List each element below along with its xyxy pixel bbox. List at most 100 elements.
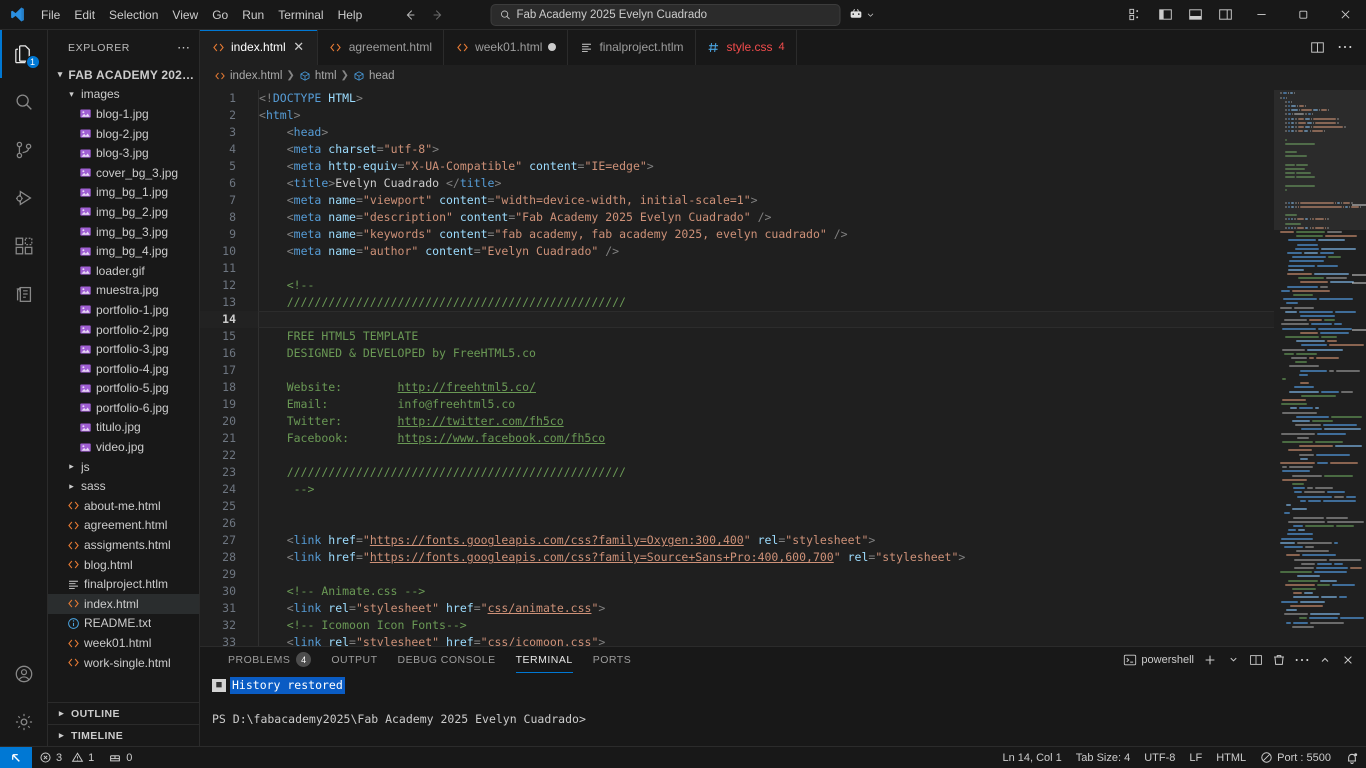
tree-item-loader-gif[interactable]: loader.gif xyxy=(48,261,199,281)
window-close-button[interactable] xyxy=(1324,0,1366,30)
tree-item-blog-html[interactable]: blog.html xyxy=(48,555,199,575)
tree-item-assigments-html[interactable]: assigments.html xyxy=(48,535,199,555)
menu-file[interactable]: File xyxy=(34,4,67,26)
panel-tab-output[interactable]: OUTPUT xyxy=(321,647,387,673)
new-terminal-icon[interactable] xyxy=(1200,649,1220,671)
tree-root-folder[interactable]: ▾ FAB ACADEMY 2025 EVELY... xyxy=(48,65,199,85)
file-tree[interactable]: ▾ FAB ACADEMY 2025 EVELY... ▾ images blo… xyxy=(48,65,199,702)
status-notifications[interactable] xyxy=(1338,747,1366,768)
chevron-down-icon[interactable] xyxy=(1223,649,1243,671)
status-language-mode[interactable]: HTML xyxy=(1209,747,1253,768)
more-actions-icon[interactable]: ⋯ xyxy=(1292,649,1312,671)
code-line[interactable]: 3 <head> xyxy=(200,124,1274,142)
activitybar-run-and-debug[interactable] xyxy=(0,174,48,222)
sidebar-section-outline[interactable]: ▸ OUTLINE xyxy=(48,702,199,724)
chevron-up-icon[interactable] xyxy=(1315,649,1335,671)
code-line[interactable]: 5 <meta http-equiv="X-UA-Compatible" con… xyxy=(200,158,1274,176)
activitybar-explorer[interactable]: 1 xyxy=(0,30,48,78)
tree-item-img-bg-1-jpg[interactable]: img_bg_1.jpg xyxy=(48,183,199,203)
tree-item-blog-2-jpg[interactable]: blog-2.jpg xyxy=(48,124,199,144)
search-input[interactable]: Fab Academy 2025 Evelyn Cuadrado xyxy=(490,3,841,26)
tree-item-video-jpg[interactable]: video.jpg xyxy=(48,437,199,457)
kill-terminal-icon[interactable] xyxy=(1269,649,1289,671)
tree-item-img-bg-3-jpg[interactable]: img_bg_3.jpg xyxy=(48,222,199,242)
panel-tabs[interactable]: PROBLEMS 4 OUTPUT DEBUG CONSOLE TERMINAL PORT… xyxy=(200,647,1366,673)
tree-item-img-bg-2-jpg[interactable]: img_bg_2.jpg xyxy=(48,202,199,222)
tree-item-readme-txt[interactable]: README.txt xyxy=(48,614,199,634)
breadcrumb-item-html[interactable]: html xyxy=(299,70,337,82)
code-line[interactable]: 26 xyxy=(200,515,1274,533)
terminal-output[interactable]: ■ History restored PS D:\fabacademy2025\… xyxy=(200,673,1366,746)
tab-index-html[interactable]: index.html ✕ xyxy=(200,30,318,65)
status-live-server[interactable]: Port : 5500 xyxy=(1253,747,1338,768)
toggle-secondary-sidebar-icon[interactable] xyxy=(1210,0,1240,30)
code-line[interactable]: 28 <link href="https://fonts.googleapis.… xyxy=(200,549,1274,567)
code-line[interactable]: 30 <!-- Animate.css --> xyxy=(200,583,1274,601)
code-line[interactable]: 16 DESIGNED & DEVELOPED by FreeHTML5.co xyxy=(200,345,1274,363)
tree-item-js[interactable]: ▸ js xyxy=(48,457,199,477)
tab-finalproject-htlm[interactable]: finalproject.htlm xyxy=(568,30,696,65)
editor-viewport[interactable]: 1 <!DOCTYPE HTML> 2 <html> 3 <head> 4 <meta c… xyxy=(200,86,1366,646)
ellipsis-icon[interactable]: ⋯ xyxy=(177,40,191,56)
status-problems[interactable]: 3 1 xyxy=(32,747,101,768)
tree-folder-images[interactable]: ▾ images xyxy=(48,85,199,105)
activitybar-search[interactable] xyxy=(0,78,48,126)
tab-agreement-html[interactable]: agreement.html xyxy=(317,30,445,65)
tree-item-img-bg-4-jpg[interactable]: img_bg_4.jpg xyxy=(48,241,199,261)
code-line[interactable]: 10 <meta name="author" content="Evelyn C… xyxy=(200,243,1274,261)
tab-modified-dot[interactable] xyxy=(548,43,557,52)
editor-tabs[interactable]: index.html ✕ agreement.html week01.html fina… xyxy=(200,30,1366,65)
code-editor[interactable]: 1 <!DOCTYPE HTML> 2 <html> 3 <head> 4 <meta c… xyxy=(200,86,1274,646)
sidebar-section-timeline[interactable]: ▸ TIMELINE xyxy=(48,724,199,746)
tree-item-week01-html[interactable]: week01.html xyxy=(48,633,199,653)
code-line[interactable]: 20 Twitter: http://twitter.com/fh5co xyxy=(200,413,1274,431)
toggle-panel-icon[interactable] xyxy=(1180,0,1210,30)
toggle-primary-sidebar-icon[interactable] xyxy=(1150,0,1180,30)
code-line[interactable]: 21 Facebook: https://www.facebook.com/fh… xyxy=(200,430,1274,448)
code-line[interactable]: 8 <meta name="description" content="Fab … xyxy=(200,209,1274,227)
tree-item-titulo-jpg[interactable]: titulo.jpg xyxy=(48,418,199,438)
code-line[interactable]: 23 /////////////////////////////////////… xyxy=(200,464,1274,482)
tree-item-about-me-html[interactable]: about-me.html xyxy=(48,496,199,516)
remote-window-button[interactable] xyxy=(849,7,876,22)
code-content[interactable]: 1 <!DOCTYPE HTML> 2 <html> 3 <head> 4 <meta c… xyxy=(200,86,1274,646)
menu-selection[interactable]: Selection xyxy=(102,4,165,26)
tree-item-work-single-html[interactable]: work-single.html xyxy=(48,653,199,673)
code-line[interactable]: 15 FREE HTML5 TEMPLATE xyxy=(200,328,1274,346)
code-line[interactable]: 25 xyxy=(200,498,1274,516)
status-encoding[interactable]: UTF-8 xyxy=(1137,747,1182,768)
split-terminal-icon[interactable] xyxy=(1246,649,1266,671)
window-maximize-button[interactable] xyxy=(1282,0,1324,30)
tree-item-portfolio-3-jpg[interactable]: portfolio-3.jpg xyxy=(48,339,199,359)
minimap-slider[interactable] xyxy=(1274,90,1366,231)
code-line[interactable]: 11 xyxy=(200,260,1274,278)
code-line[interactable]: 14 xyxy=(200,311,1274,329)
tree-item-finalproject-htlm[interactable]: finalproject.htlm xyxy=(48,574,199,594)
code-line[interactable]: 22 xyxy=(200,447,1274,465)
code-line[interactable]: 1 <!DOCTYPE HTML> xyxy=(200,90,1274,108)
tree-item-portfolio-2-jpg[interactable]: portfolio-2.jpg xyxy=(48,320,199,340)
code-line[interactable]: 19 Email: info@freehtml5.co xyxy=(200,396,1274,414)
code-line[interactable]: 31 <link rel="stylesheet" href="css/anim… xyxy=(200,600,1274,618)
tree-item-portfolio-5-jpg[interactable]: portfolio-5.jpg xyxy=(48,379,199,399)
tab-style-css[interactable]: style.css 4 xyxy=(695,30,797,65)
activitybar-extensions[interactable] xyxy=(0,222,48,270)
activitybar-settings-gear-icon[interactable] xyxy=(0,698,48,746)
terminal-shell-selector[interactable]: powershell xyxy=(1120,653,1197,667)
status-tab-size[interactable]: Tab Size: 4 xyxy=(1069,747,1137,768)
tab-close-icon[interactable]: ✕ xyxy=(292,39,306,55)
tree-item-blog-3-jpg[interactable]: blog-3.jpg xyxy=(48,143,199,163)
code-line[interactable]: 17 xyxy=(200,362,1274,380)
code-line[interactable]: 9 <meta name="keywords" content="fab aca… xyxy=(200,226,1274,244)
status-cursor-position[interactable]: Ln 14, Col 1 xyxy=(995,747,1068,768)
panel-tab-debug-console[interactable]: DEBUG CONSOLE xyxy=(388,647,506,673)
breadcrumb-item-head[interactable]: head xyxy=(353,70,395,82)
status-remote-indicator[interactable] xyxy=(0,746,32,768)
command-center[interactable]: Fab Academy 2025 Evelyn Cuadrado xyxy=(490,3,876,26)
tab-week01-html[interactable]: week01.html xyxy=(444,30,569,65)
tree-item-portfolio-1-jpg[interactable]: portfolio-1.jpg xyxy=(48,300,199,320)
code-line[interactable]: 27 <link href="https://fonts.googleapis.… xyxy=(200,532,1274,550)
menu-edit[interactable]: Edit xyxy=(67,4,102,26)
tree-item-portfolio-4-jpg[interactable]: portfolio-4.jpg xyxy=(48,359,199,379)
menu-help[interactable]: Help xyxy=(331,4,370,26)
